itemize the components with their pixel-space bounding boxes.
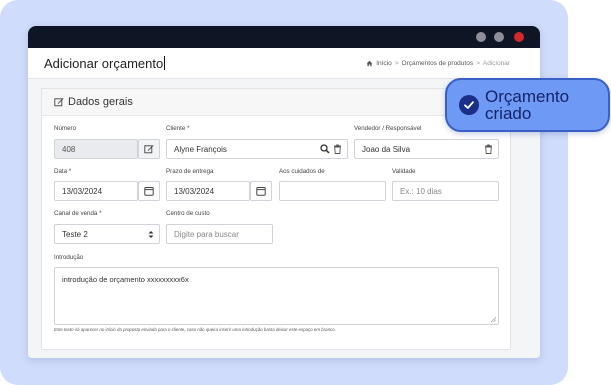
page-title-text: Adicionar orçamento: [44, 56, 164, 71]
breadcrumb-home[interactable]: Início: [376, 60, 392, 67]
validade-input[interactable]: Ex.: 10 dias: [392, 181, 499, 201]
window-close-button[interactable]: [514, 32, 524, 42]
breadcrumb-section[interactable]: Orçamentos de produtos: [402, 60, 474, 67]
canal-select[interactable]: Teste 2: [54, 224, 160, 244]
search-icon[interactable]: [320, 144, 330, 154]
prazo-label: Prazo de entrega: [166, 168, 214, 175]
vendedor-actions: [484, 144, 493, 154]
cuidados-label: Aos cuidados de: [279, 168, 325, 175]
prazo-value: 13/03/2024: [174, 186, 215, 196]
cliente-label: Cliente *: [166, 125, 190, 132]
data-value: 13/03/2024: [62, 186, 103, 196]
centro-label: Centro de custo: [166, 210, 210, 217]
calendar-icon: [256, 187, 266, 196]
validade-label: Validade: [392, 168, 416, 175]
app-window: Adicionar orçamento Início > Orçamentos …: [28, 26, 540, 358]
check-circle-icon: [459, 95, 479, 115]
dados-gerais-panel: Dados gerais Número 408 Cliente * Alyne …: [41, 88, 511, 350]
centro-input[interactable]: Digite para buscar: [166, 224, 273, 244]
introducao-value: introdução de orçamento xxxxxxxxx6x: [62, 275, 189, 284]
prazo-input[interactable]: 13/03/2024: [166, 181, 250, 201]
trash-icon[interactable]: [333, 144, 342, 154]
window-maximize-button[interactable]: [494, 32, 504, 42]
introducao-label: Introdução: [54, 254, 84, 261]
vendedor-label: Vendedor / Responsável: [354, 125, 422, 132]
breadcrumb-separator: >: [394, 60, 399, 67]
breadcrumb-separator: >: [476, 60, 480, 67]
numero-field: 408: [54, 139, 138, 159]
data-input[interactable]: 13/03/2024: [54, 181, 138, 201]
canal-value: Teste 2: [62, 229, 88, 239]
trash-icon[interactable]: [484, 144, 493, 154]
introducao-textarea[interactable]: introdução de orçamento xxxxxxxxx6x: [54, 267, 499, 325]
breadcrumb-current: Adicionar: [482, 60, 510, 67]
page-header: Adicionar orçamento Início > Orçamentos …: [28, 48, 540, 79]
success-toast: Orçamento criado: [445, 78, 610, 132]
calendar-icon: [144, 187, 154, 196]
cliente-actions: [320, 144, 342, 154]
edit-icon: [144, 145, 154, 154]
validade-placeholder: Ex.: 10 dias: [400, 186, 442, 196]
centro-placeholder: Digite para buscar: [174, 229, 239, 239]
numero-value: 408: [62, 144, 76, 154]
data-calendar-button[interactable]: [138, 181, 160, 201]
canal-label: Canal de venda *: [54, 210, 102, 217]
data-label: Data *: [54, 168, 72, 175]
window-minimize-button[interactable]: [476, 32, 486, 42]
vendedor-value: Joao da Silva: [362, 144, 411, 154]
page-title: Adicionar orçamento: [44, 56, 166, 71]
cuidados-input[interactable]: [279, 181, 386, 201]
cliente-input[interactable]: Alyne François: [166, 139, 348, 159]
panel-title-text: Dados gerais: [68, 96, 133, 108]
toast-message: Orçamento criado: [485, 87, 570, 123]
breadcrumb: Início > Orçamentos de produtos > Adicio…: [366, 60, 510, 67]
edit-numero-button[interactable]: [138, 139, 160, 159]
introducao-help-text: Este texto irá aparecer no início da pro…: [54, 327, 336, 332]
cliente-value: Alyne François: [174, 144, 227, 154]
edit-icon: [54, 98, 64, 107]
vendedor-input[interactable]: Joao da Silva: [354, 139, 499, 159]
select-arrows-icon: [148, 231, 154, 238]
home-icon: [366, 60, 373, 67]
numero-label: Número: [54, 125, 77, 132]
panel-title: Dados gerais: [54, 96, 133, 108]
panel-header: Dados gerais: [42, 89, 510, 116]
text-caret: [164, 56, 166, 70]
window-titlebar: [28, 26, 540, 48]
prazo-calendar-button[interactable]: [250, 181, 272, 201]
resize-handle-icon[interactable]: [491, 317, 496, 322]
